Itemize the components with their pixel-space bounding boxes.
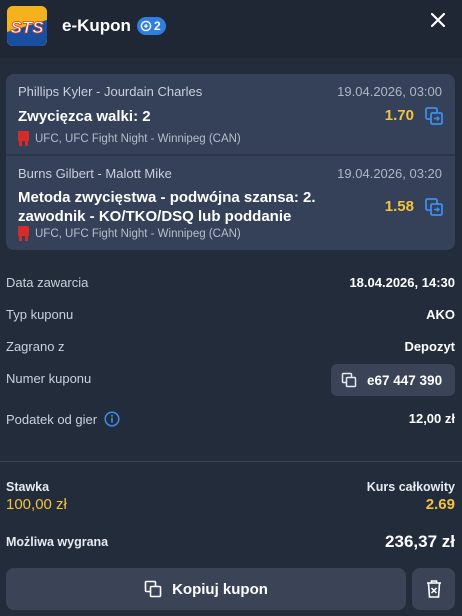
coupon-number: e67 447 390 — [367, 372, 443, 388]
info-icon[interactable] — [104, 411, 120, 427]
bet-odds: 1.70 — [384, 107, 414, 124]
bet-teams: Burns Gilbert - Malott Mike — [18, 166, 172, 181]
detail-label: Numer kuponu — [6, 371, 92, 386]
header: STS e-Kupon 2 — [0, 0, 462, 58]
total-odds-value: 2.69 — [425, 496, 455, 513]
copy-icon — [341, 372, 357, 388]
close-icon — [430, 12, 446, 28]
swap-icon[interactable] — [424, 106, 444, 126]
svg-text:STS: STS — [10, 18, 44, 37]
detail-label: Data zawarcia — [6, 275, 89, 290]
bet-pick: Zwycięzca walki: 2 — [18, 108, 151, 125]
detail-label: Typ kuponu — [6, 307, 74, 322]
detail-value: 18.04.2026, 14:30 — [349, 275, 455, 290]
bet-item[interactable]: Phillips Kyler - Jourdain Charles 19.04.… — [6, 74, 455, 154]
bet-odds: 1.58 — [384, 198, 414, 215]
possible-win-label: Możliwa wygrana — [6, 535, 109, 549]
detail-date-row: Data zawarcia 18.04.2026, 14:30 — [6, 273, 455, 293]
bet-league-label: UFC, UFC Fight Night - Winnipeg (CAN) — [35, 227, 241, 240]
detail-value: Depozyt — [404, 339, 455, 354]
bet-date: 19.04.2026, 03:00 — [337, 84, 442, 99]
bet-teams: Phillips Kyler - Jourdain Charles — [18, 84, 203, 99]
bet-item[interactable]: Burns Gilbert - Malott Mike 19.04.2026, … — [6, 156, 455, 250]
detail-tax-row: Podatek od gier 12,00 zł — [6, 409, 455, 429]
copy-coupon-button[interactable]: Kopiuj kupon — [6, 568, 406, 610]
trash-icon — [426, 580, 441, 598]
swap-icon[interactable] — [424, 197, 444, 217]
stake-label: Stawka — [6, 480, 50, 494]
detail-label: Podatek od gier — [6, 411, 98, 427]
bet-date: 19.04.2026, 03:20 — [337, 166, 442, 181]
possible-win-value: 236,37 zł — [385, 532, 455, 551]
bet-league: UFC, UFC Fight Night - Winnipeg (CAN) — [18, 131, 241, 146]
close-button[interactable] — [426, 8, 450, 32]
page-title: e-Kupon — [62, 16, 131, 35]
ufc-icon — [18, 131, 29, 146]
detail-played-row: Zagrano z Depozyt — [6, 337, 455, 357]
bet-count-badge: 2 — [137, 17, 166, 35]
total-odds-label: Kurs całkowity — [366, 480, 455, 494]
divider — [0, 461, 462, 462]
detail-value: AKO — [426, 307, 455, 322]
bet-pick: Metoda zwycięstwa - podwójna szansa: 2. … — [18, 189, 316, 225]
detail-label-wrap: Podatek od gier — [6, 411, 120, 427]
delete-coupon-button[interactable] — [412, 568, 455, 610]
bet-league: UFC, UFC Fight Night - Winnipeg (CAN) — [18, 226, 241, 241]
copy-coupon-label: Kopiuj kupon — [172, 580, 268, 598]
ufc-icon — [18, 226, 29, 241]
bets-list: Phillips Kyler - Jourdain Charles 19.04.… — [6, 74, 455, 250]
ticket-icon — [140, 20, 152, 32]
sts-logo: STS — [7, 6, 47, 46]
bet-league-label: UFC, UFC Fight Night - Winnipeg (CAN) — [35, 132, 241, 145]
badge-count: 2 — [154, 19, 161, 33]
copy-coupon-number-button[interactable]: e67 447 390 — [331, 364, 455, 396]
detail-type-row: Typ kuponu AKO — [6, 305, 455, 325]
detail-value: 12,00 zł — [408, 411, 455, 426]
stake-value: 100,00 zł — [6, 496, 67, 513]
detail-label: Zagrano z — [6, 339, 65, 354]
copy-icon — [144, 580, 162, 598]
